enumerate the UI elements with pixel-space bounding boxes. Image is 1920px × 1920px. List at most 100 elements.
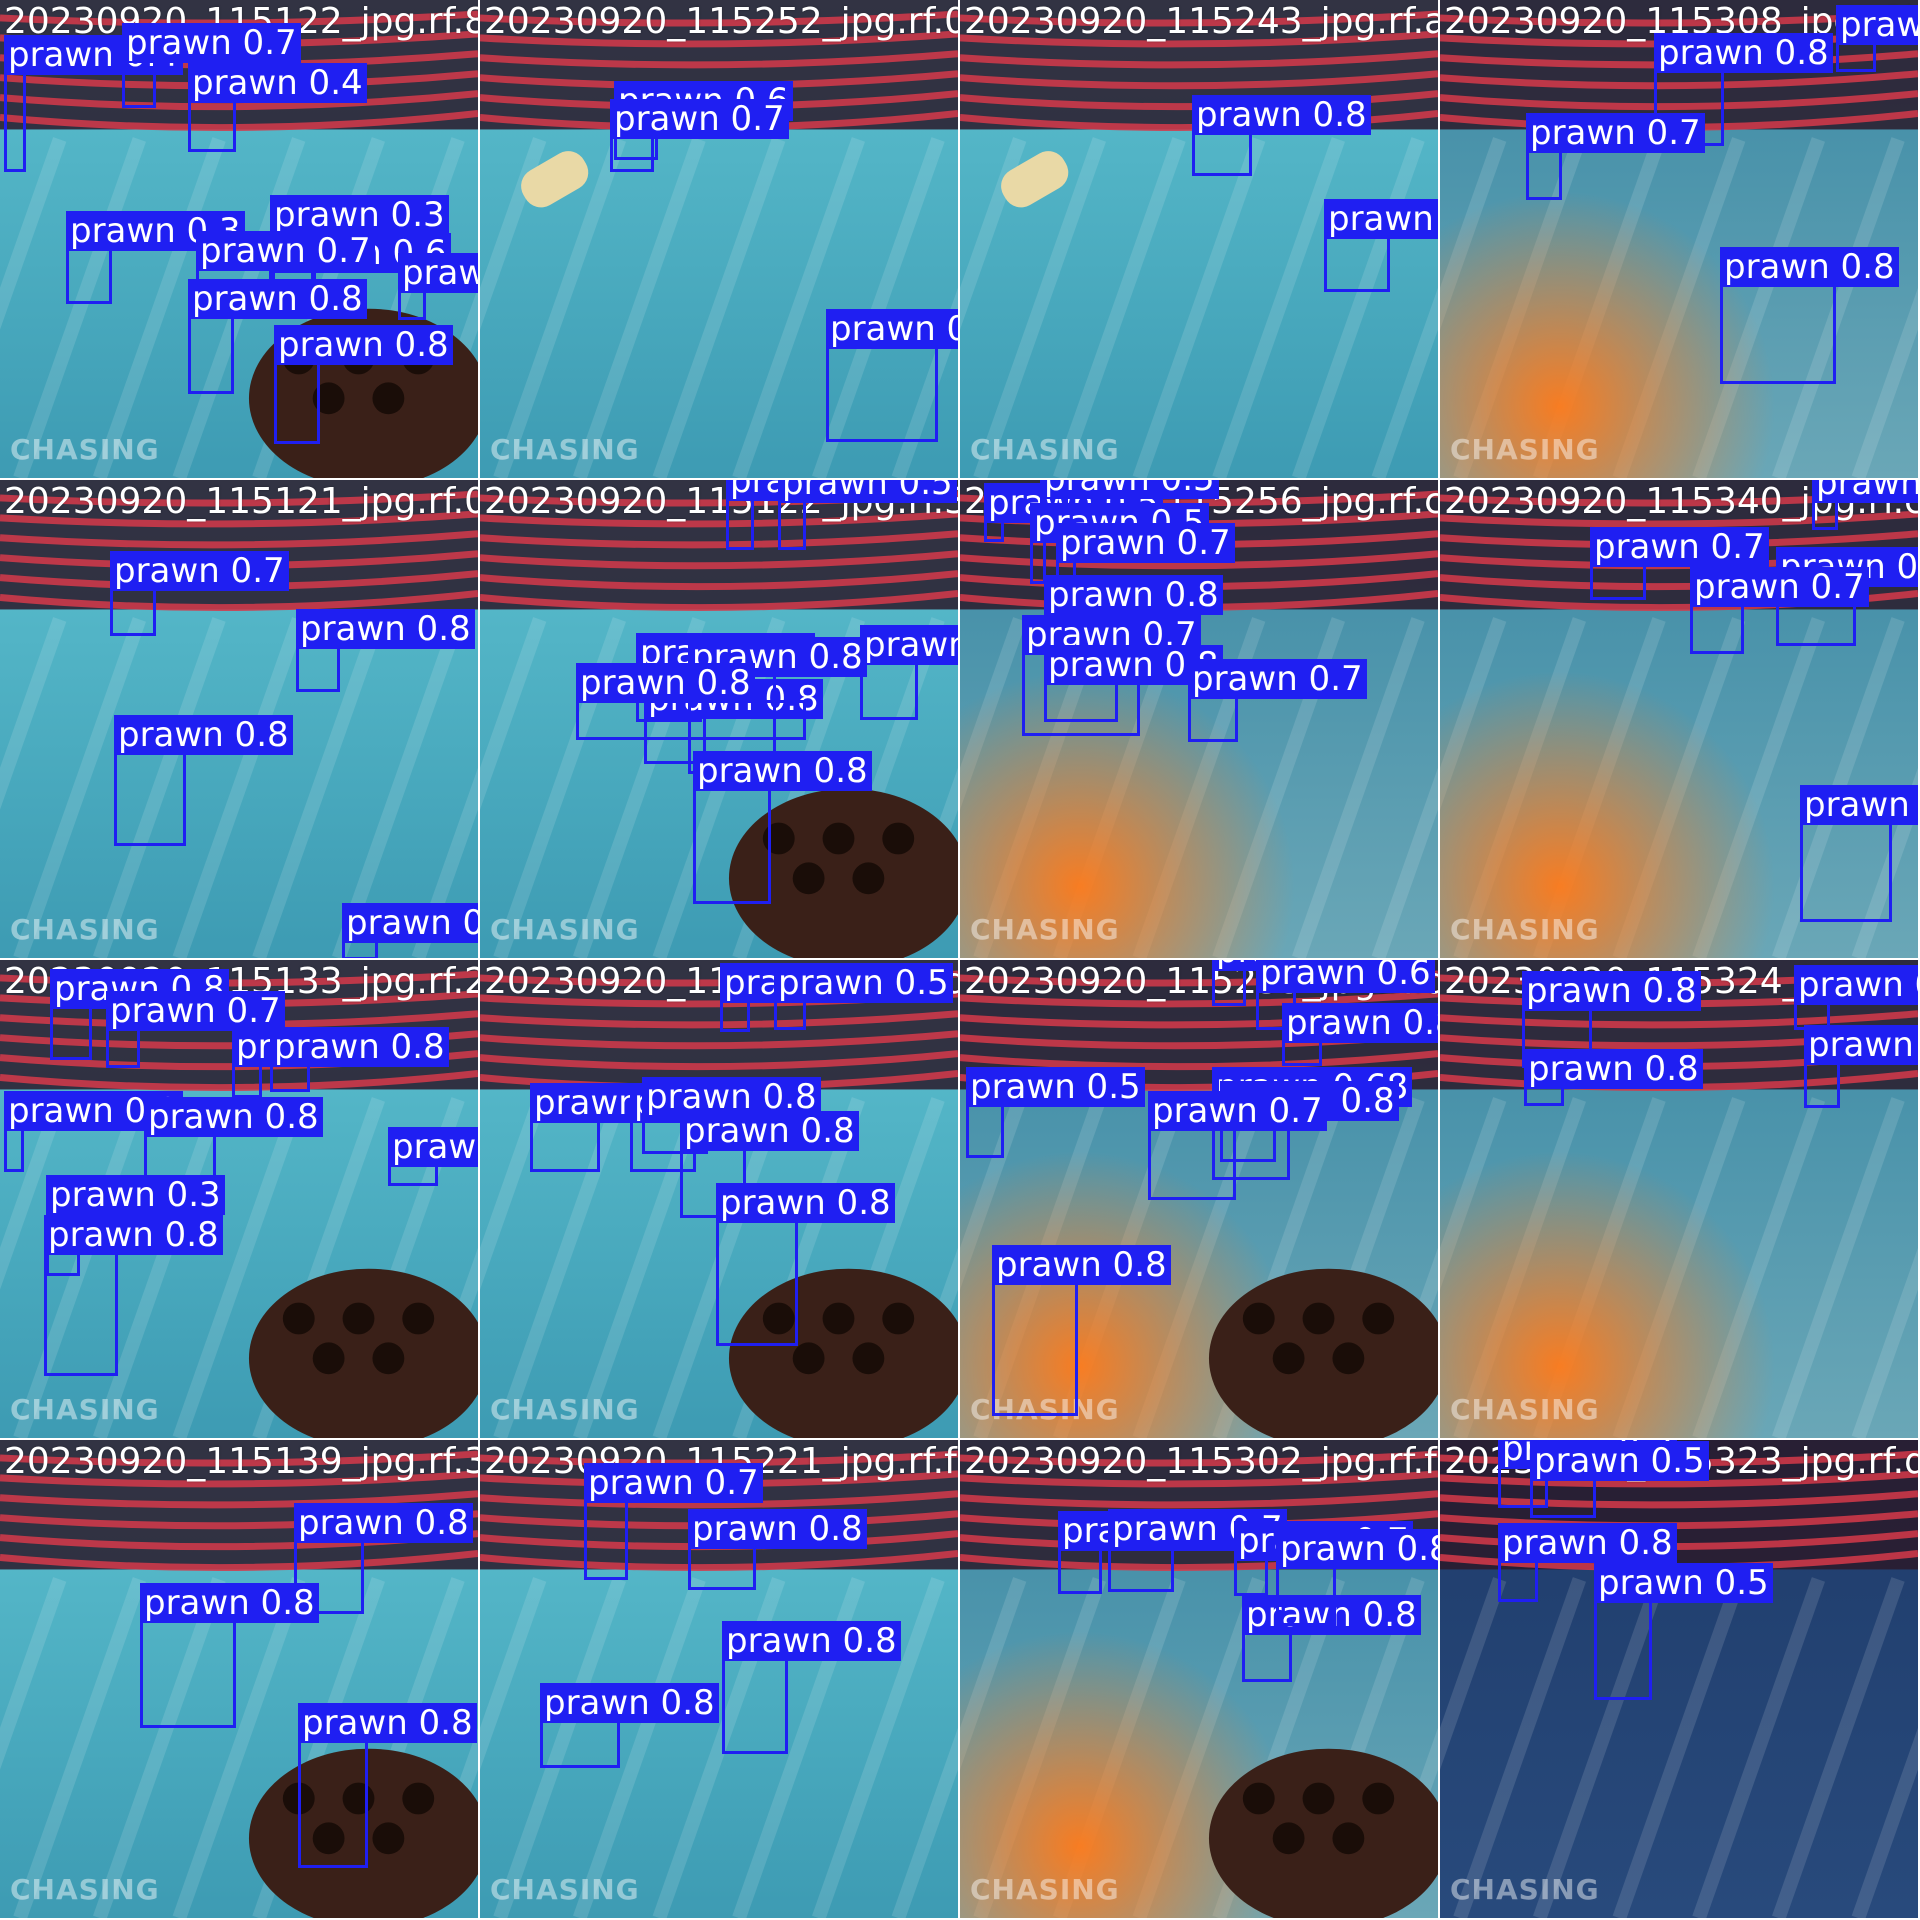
watermark: CHASING	[490, 1393, 640, 1426]
tile-filename: 20230920_115302_jpg.rf.f2	[964, 1441, 1440, 1482]
watermark: CHASING	[490, 913, 640, 946]
detection-box: prawn 0.8	[860, 625, 958, 720]
detection-mosaic: 20230920_115122_jpg.rf.8e CHASING prawn 0.…	[0, 0, 1920, 1920]
detection-label: prawn 0.7	[110, 551, 289, 591]
watermark: CHASING	[10, 1873, 160, 1906]
detection-box: prawn 0.8	[1524, 1049, 1703, 1106]
detection-box: prawn 0.7	[1148, 1091, 1327, 1200]
mosaic-tile: 20230920_115243_jpg.rf.a0 CHASING prawn 0.…	[960, 0, 1440, 480]
tile-filename: 20230920_115121_jpg.rf.02	[4, 481, 480, 522]
detection-box: prawn 0.8	[4, 1091, 183, 1172]
detection-box: prawn 0.5	[726, 480, 905, 550]
detection-label: prawn 0.8	[693, 751, 872, 791]
mosaic-tile: 20230920_115308_jpg.rf.b1CHASINGprawn 0.…	[1440, 0, 1920, 480]
watermark: CHASING	[490, 433, 640, 466]
detection-box: prawn 0.5	[1530, 1441, 1709, 1518]
detection-label: prawn 0.8	[1498, 1523, 1677, 1563]
mosaic-tile: 20230920_115256_jpg.rf.c6 CHASING prawn 0.…	[960, 480, 1440, 960]
detection-label: prawn 0.6	[388, 1127, 478, 1167]
detection-box: prawn 0.3	[66, 211, 245, 304]
underwater-scene	[1440, 1440, 1918, 1918]
detection-box: prawn 0.8	[1276, 1529, 1438, 1626]
detection-box: prawn 0.3	[1836, 5, 1918, 72]
mosaic-tile: 20230920_115245_jpg.rf.d0CHASINGprawn 0.…	[480, 960, 960, 1440]
detection-label: prawn 0.8	[642, 1077, 821, 1117]
detection-label: prawn 0.6	[1794, 965, 1918, 1005]
detection-label: prawn 0.7	[106, 991, 285, 1031]
detection-box: prawn 0.7	[1188, 659, 1367, 742]
detection-box: prawn 0.5	[1594, 1563, 1773, 1700]
detection-box: prawn 0.8	[1282, 1003, 1438, 1066]
detection-label: prawn 0.8	[540, 1683, 719, 1723]
tile-filename: 20230920_115252_jpg.rf.0b	[484, 1, 960, 42]
detection-box: prawn 0.3	[398, 253, 478, 320]
detection-box: prawn 0.5	[778, 480, 957, 550]
detection-label: prawn 0.8	[44, 1215, 223, 1255]
detection-label: prawn 0.8	[296, 609, 475, 649]
watermark: CHASING	[1450, 1873, 1600, 1906]
mosaic-tile: 20230920_115323_jpg.rf.d1CHASINGprawn 0.…	[1440, 1440, 1920, 1920]
mosaic-tile: 20230920_115221_jpg.rf.f1 CHASING prawn 0.…	[480, 1440, 960, 1920]
detection-box: prawn 0.7	[1234, 1521, 1413, 1596]
detection-label: prawn 0.8	[188, 279, 367, 319]
detection-box: prawn 0.8	[1720, 247, 1899, 384]
detection-box: prawn 0.7	[122, 23, 301, 108]
detection-box: prawn 0.4	[188, 63, 367, 152]
detection-label: prawn 0.5	[1530, 1441, 1709, 1481]
detection-label: prawn 0.5	[1040, 480, 1219, 499]
detection-box: prawn 0.7	[1526, 113, 1705, 200]
watermark: CHASING	[1450, 433, 1600, 466]
detection-box: prawn 0.7	[1690, 567, 1869, 654]
detection-label: prawn 0.5	[774, 963, 953, 1003]
detection-box: prawn 0.8	[114, 715, 293, 846]
detection-box: prawn 0.8	[540, 1683, 719, 1768]
detection-box: prawn 0.8	[1324, 199, 1438, 292]
detection-label: prawn 0.7	[584, 1463, 763, 1503]
mosaic-tile: 20230920_115133_jpg.rf.24 CHASING prawn 0.…	[0, 960, 480, 1440]
detection-box: prawn 0.7	[584, 1463, 763, 1580]
detection-box: prawn 0.8	[693, 751, 872, 904]
watermark: CHASING	[10, 1393, 160, 1426]
detection-label: prawn 0.8	[1800, 785, 1918, 825]
detection-label: prawn 0.3	[342, 903, 478, 943]
detection-label: prawn 0.8	[688, 1509, 867, 1549]
watermark: CHASING	[970, 433, 1120, 466]
watermark: CHASING	[1450, 913, 1600, 946]
mosaic-tile: 20230920_115302_jpg.rf.f2 CHASING prawn 0.…	[960, 1440, 1440, 1920]
detection-box: prawn 0.4	[4, 35, 183, 172]
detection-label: prawn 0.8	[1522, 971, 1701, 1011]
detection-box: prawn 0.8	[642, 1077, 821, 1154]
detection-label: prawn 0.7	[1148, 1091, 1327, 1131]
mosaic-tile: 20230920_115259_jpg.rf.d4 CHASING prawn 0.…	[960, 960, 1440, 1440]
detection-label: prawn 0.8	[722, 1621, 901, 1661]
detection-box: prawn 0.8	[1242, 1595, 1421, 1682]
detection-label: prawn 0.7	[610, 99, 789, 139]
detection-label: prawn 0.7	[1690, 567, 1869, 607]
detection-box: prawn 0.8	[688, 1509, 867, 1590]
tile-filename: 20230920_115243_jpg.rf.a0	[964, 1, 1440, 42]
detection-box: prawn 0.8	[992, 1245, 1171, 1416]
tile-filename: 20230920_115139_jpg.rf.3b	[4, 1441, 480, 1482]
detection-box: prawn 0.5	[720, 963, 899, 1032]
detection-box: prawn 0.5	[966, 1067, 1145, 1158]
detection-box: prawn 0.8	[188, 279, 367, 394]
detection-box: prawn 0.8	[826, 309, 958, 442]
detection-label: prawn 0.8	[860, 625, 958, 665]
detection-label: prawn 0.8	[576, 663, 755, 703]
detection-label: prawn 0.8	[140, 1583, 319, 1623]
detection-label: prawn 0.8	[298, 1703, 477, 1743]
detection-label: prawn 0.3	[398, 253, 478, 293]
detection-box: prawn 0.8	[298, 1703, 477, 1868]
detection-box: prawn 0.5	[984, 483, 1163, 542]
mosaic-tile: 20230920_115122_jpg.rf.34 CHASING prawn 0.…	[480, 480, 960, 960]
mosaic-tile: 20230920_115121_jpg.rf.02 CHASING prawn 0.…	[0, 480, 480, 960]
detection-label: prawn 0.4	[188, 63, 367, 103]
detection-label: prawn 0.3	[270, 195, 449, 235]
detection-box: prawn 0.7	[106, 991, 285, 1068]
mosaic-tile: 20230920_115324_jpg.rf.e1CHASINGprawn 0.…	[1440, 960, 1920, 1440]
detection-box: prawn 0.8	[1044, 645, 1223, 722]
mosaic-tile: 20230920_115122_jpg.rf.8e CHASING prawn 0.…	[0, 0, 480, 480]
watermark: CHASING	[1450, 1393, 1600, 1426]
detection-box: prawn 0.8	[140, 1583, 319, 1728]
detection-label: prawn 0.8	[1324, 199, 1438, 239]
